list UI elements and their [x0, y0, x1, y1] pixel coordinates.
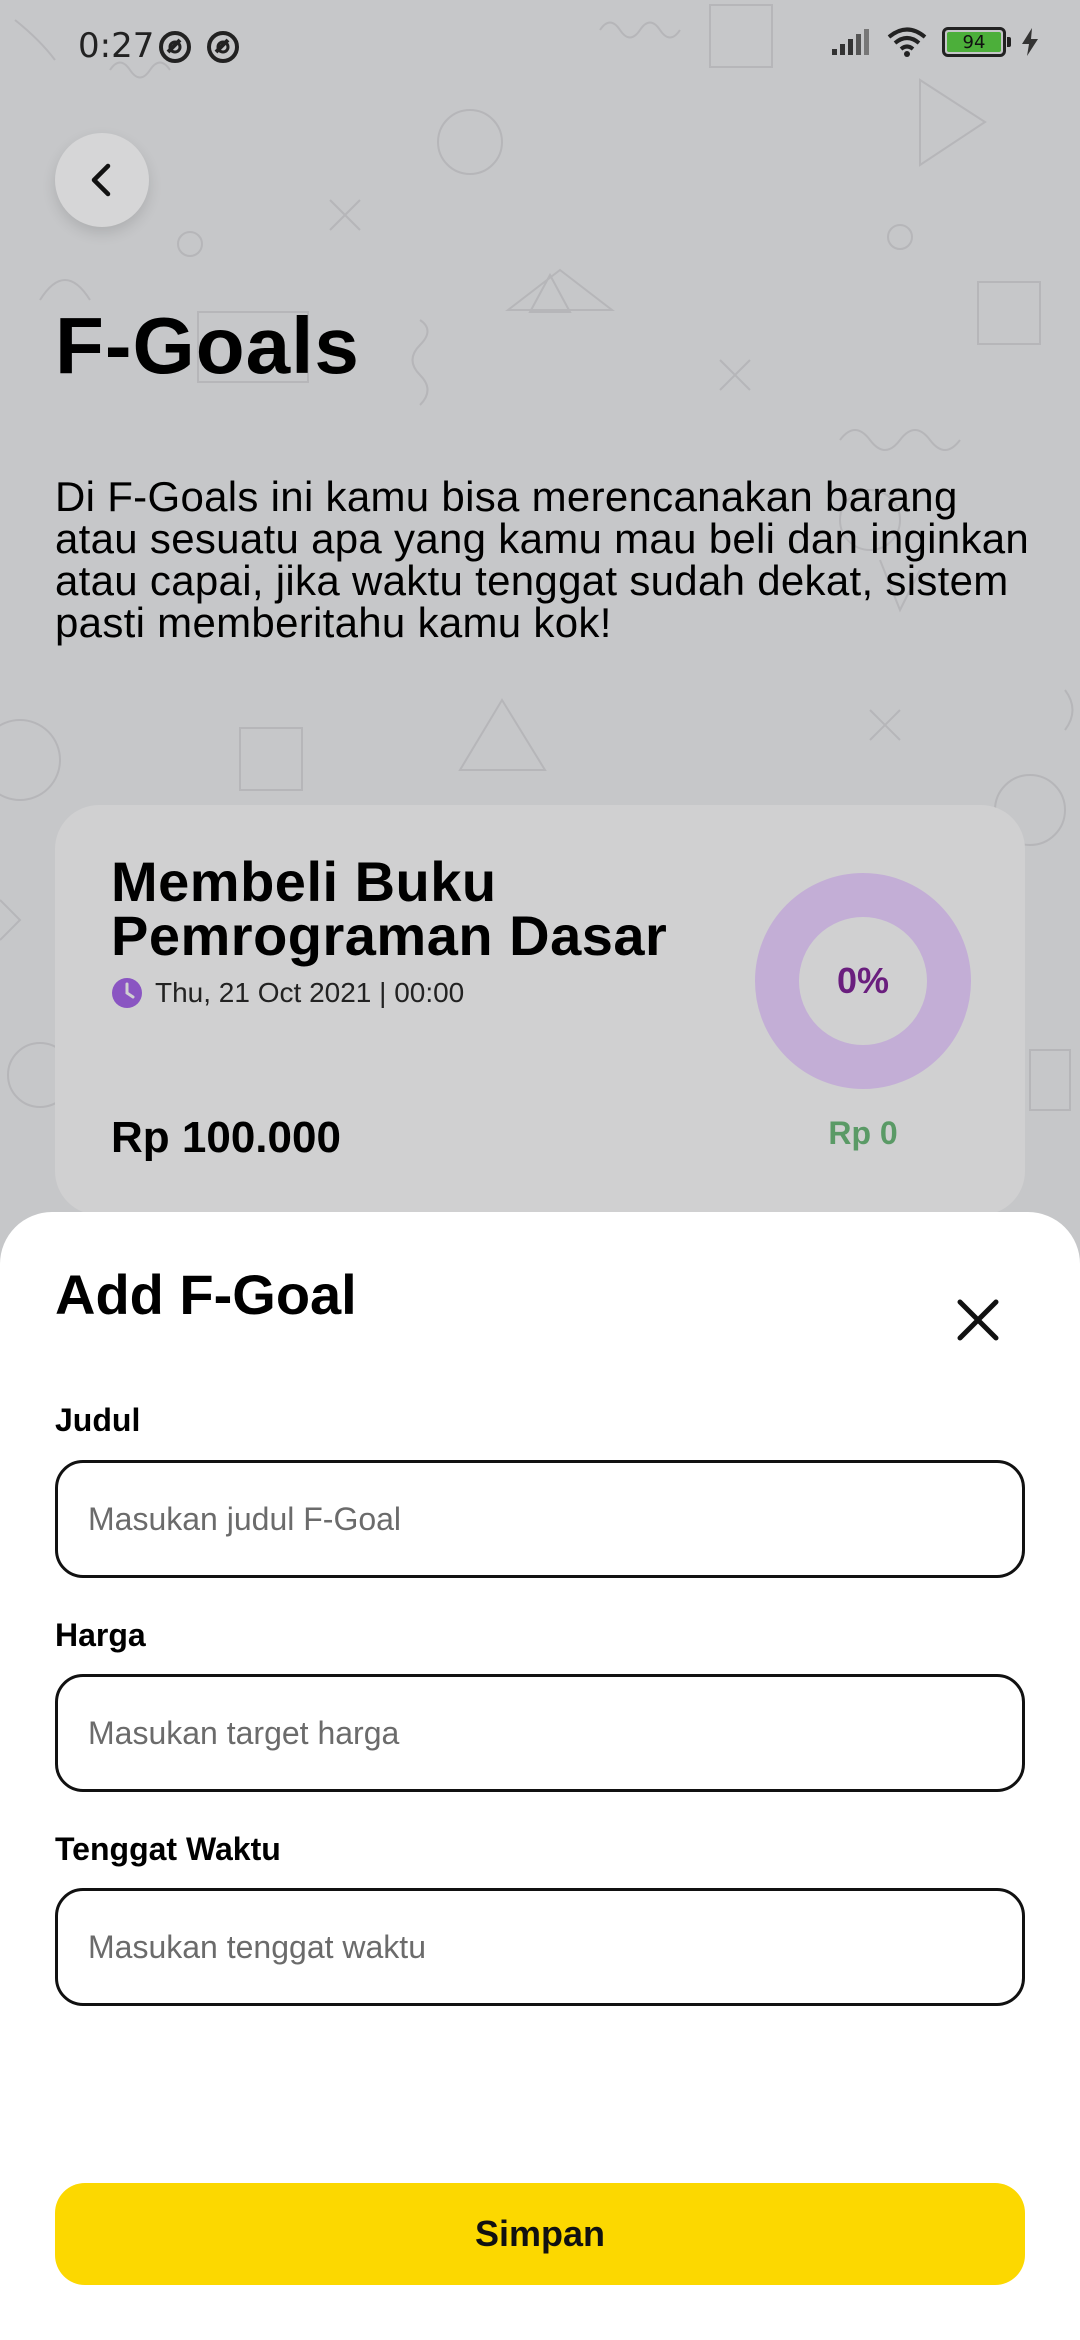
chevron-left-icon	[91, 163, 111, 197]
price-field-label: Harga	[55, 1617, 146, 1653]
price-input[interactable]	[58, 1677, 1022, 1789]
goal-deadline: Thu, 21 Oct 2021 | 00:00	[111, 977, 464, 1009]
deadline-field	[55, 1888, 1025, 2006]
close-button[interactable]	[948, 1290, 1008, 1350]
goal-price: Rp 100.000	[111, 1113, 341, 1162]
notification-icon	[207, 31, 239, 63]
battery-icon: 94	[942, 27, 1011, 57]
add-goal-sheet: Add F-Goal Judul Harga Tenggat Waktu Sim…	[0, 1212, 1080, 2340]
battery-level: 94	[947, 32, 1001, 53]
goal-date: Thu, 21 Oct 2021 | 00:00	[155, 977, 465, 1008]
close-icon	[957, 1299, 999, 1341]
status-notification-icons	[158, 30, 240, 64]
signal-icon	[832, 29, 869, 55]
save-button[interactable]: Simpan	[55, 2183, 1025, 2285]
title-field-label: Judul	[55, 1402, 141, 1438]
status-system-icons: 94	[830, 26, 1040, 58]
goal-card[interactable]: Membeli Buku Pemrograman Dasar Thu, 21 O…	[55, 805, 1025, 1215]
status-time: 0:27	[78, 26, 155, 66]
page-description: Di F-Goals ini kamu bisa merencanakan ba…	[55, 473, 1030, 646]
sheet-title: Add F-Goal	[55, 1263, 357, 1326]
charging-icon	[1022, 28, 1038, 56]
deadline-field-label: Tenggat Waktu	[55, 1831, 281, 1867]
deadline-input[interactable]	[58, 1891, 1022, 2003]
page-title: F-Goals	[55, 301, 360, 390]
clock-icon	[112, 978, 142, 1008]
title-input[interactable]	[58, 1463, 1022, 1575]
price-field	[55, 1674, 1025, 1792]
title-field	[55, 1460, 1025, 1578]
goal-saved-amount: Rp 0	[828, 1115, 898, 1151]
goal-title: Membeli Buku Pemrograman Dasar	[111, 850, 668, 967]
status-bar: 0:27 94	[0, 0, 1080, 96]
goal-progress-percent: 0%	[836, 960, 890, 1001]
back-button[interactable]	[55, 133, 149, 227]
wifi-icon	[887, 27, 927, 57]
notification-icon	[159, 31, 191, 63]
